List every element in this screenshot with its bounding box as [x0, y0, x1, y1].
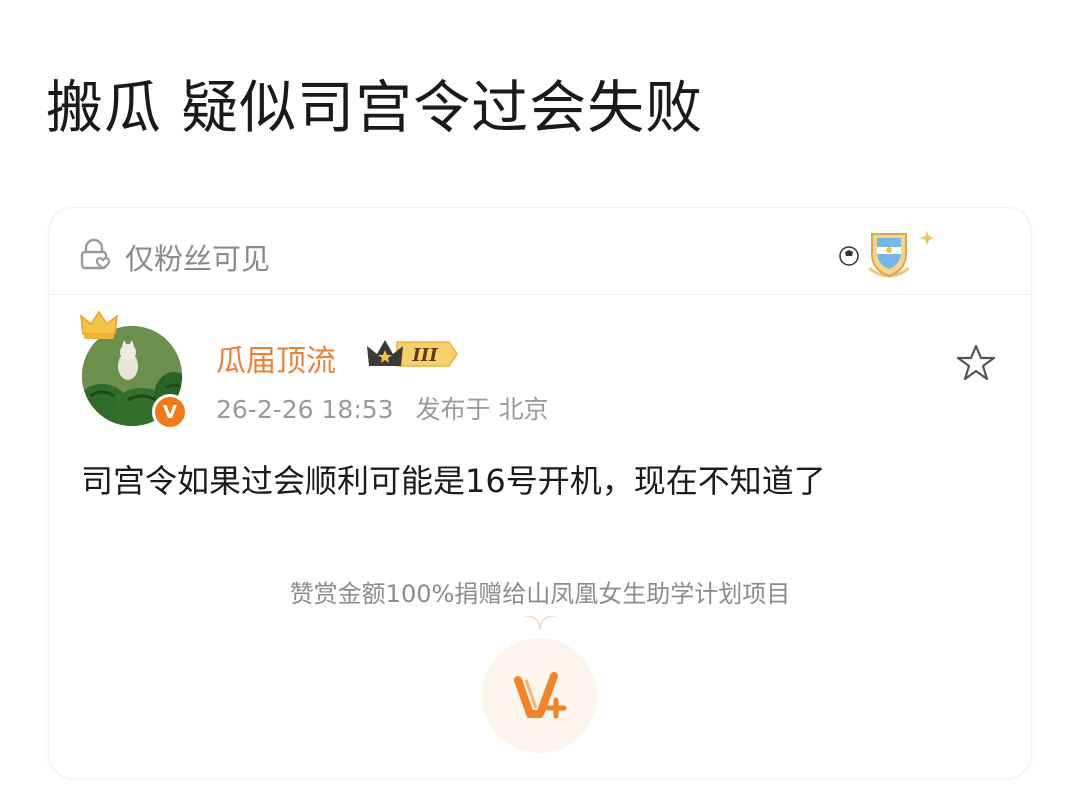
crown-icon — [80, 310, 118, 339]
star-icon[interactable] — [955, 342, 997, 384]
post-meta: 26-2-26 18:53 发布于 北京 — [216, 390, 562, 426]
visibility-label: 仅粉丝可见 — [125, 242, 271, 276]
post-timestamp: 26-2-26 18:53 — [216, 395, 394, 424]
reward-note: 赞赏金额100%捐赠给山凤凰女生助学计划项目 — [289, 580, 791, 608]
weibo-post-card: 仅粉丝可见 V 瓜届顶流 III 26-2-26 18:53 发布于 北京 司宫… — [49, 208, 1031, 778]
verified-badge: V — [152, 394, 188, 430]
username[interactable]: 瓜届顶流 — [216, 336, 336, 380]
reward-notch — [525, 616, 555, 631]
argentina-shield-icon — [839, 231, 934, 278]
post-location: 发布于 北京 — [415, 395, 549, 424]
user-avatar[interactable]: V — [79, 308, 199, 433]
page-headline: 搬瓜 疑似司宫令过会失败 — [46, 75, 704, 141]
visibility-bar: 仅粉丝可见 — [49, 208, 1031, 295]
fan-level-badge: III — [367, 340, 458, 367]
reward-button[interactable] — [482, 638, 597, 753]
post-body-text: 司宫令如果过会顺利可能是16号开机，现在不知道了 — [81, 462, 826, 500]
level-badge-text: III — [411, 345, 438, 366]
lock-heart-icon — [80, 238, 111, 270]
v-plus-icon — [514, 672, 567, 719]
